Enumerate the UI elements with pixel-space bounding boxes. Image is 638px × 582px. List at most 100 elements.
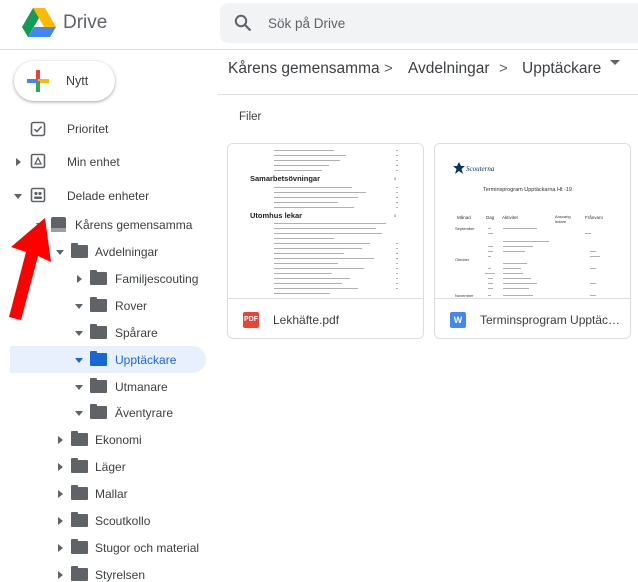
tree-item-label: Avdelningar [95, 245, 159, 259]
breadcrumb-item-current[interactable]: Upptäckare [522, 60, 601, 78]
expand-arrow-icon[interactable] [77, 275, 82, 283]
expand-arrow-icon[interactable] [58, 436, 63, 444]
sidebar-item-priority[interactable]: Prioritet [0, 116, 210, 142]
file-thumbnail: Scouterna Terminsprogram Upptäckarna Ht … [435, 144, 630, 299]
tree-item-lager[interactable]: Läger [0, 454, 210, 480]
tree-item-label: Spårare [115, 326, 158, 340]
expand-arrow-icon[interactable] [58, 463, 63, 471]
preview-col-absence: Frånvaro [585, 215, 604, 220]
tree-item-label: Stugor och material [95, 541, 200, 555]
folder-icon [71, 539, 88, 554]
file-thumbnail: Samarbetsövningar 5 Utomhus lekar 6 [228, 144, 423, 299]
tree-item-scoutkollo[interactable]: Scoutkollo [0, 508, 210, 534]
preview-title: Terminsprogram Upptäckarna Ht -19 [483, 187, 572, 193]
expand-arrow-icon[interactable] [58, 544, 63, 552]
file-name[interactable]: Lekhäfte.pdf [273, 313, 419, 327]
preview-month: September [455, 226, 475, 231]
preview-page-number: 5 [394, 176, 397, 181]
tree-item-label: Kårens gemensamma [75, 218, 193, 232]
tree-item-label: Äventyrare [115, 406, 174, 420]
tree-item-ekonomi[interactable]: Ekonomi [0, 427, 210, 453]
folder-icon [71, 566, 88, 581]
folder-icon [90, 324, 107, 339]
my-drive-icon [30, 153, 46, 169]
sidebar-item-label: Delade enheter [67, 189, 150, 203]
folder-icon [71, 485, 88, 500]
collapse-arrow-icon[interactable] [75, 358, 83, 363]
tree-item-label: Läger [95, 460, 126, 474]
preview-col-month: Månad [457, 215, 471, 220]
file-card-footer: W Terminsprogram Upptäckare HT-19 [435, 300, 630, 338]
tree-item-label: Upptäckare [115, 353, 177, 367]
preview-col-day: Dag [486, 215, 495, 220]
folder-icon [90, 378, 107, 393]
preview-heading: Utomhus lekar [250, 211, 303, 220]
drive-logo-icon[interactable] [22, 8, 56, 38]
preview-page-number: 6 [394, 213, 397, 218]
app-name[interactable]: Drive [63, 12, 107, 34]
header-divider [0, 49, 638, 50]
collapse-arrow-icon[interactable] [14, 194, 22, 199]
file-name[interactable]: Terminsprogram Upptäckare HT-19 [480, 313, 626, 327]
plus-icon [27, 70, 49, 92]
breadcrumb-separator: > [499, 60, 508, 77]
preview-month: November [455, 293, 474, 298]
collapse-arrow-icon[interactable] [75, 331, 83, 336]
tree-item-label: Ekonomi [95, 433, 142, 447]
tree-item-styrelsen[interactable]: Styrelsen [0, 562, 210, 582]
tree-item-sparare[interactable]: Spårare [0, 320, 210, 346]
collapse-arrow-icon[interactable] [75, 304, 83, 309]
expand-arrow-icon[interactable] [58, 490, 63, 498]
tree-item-label: Mallar [95, 487, 128, 501]
expand-arrow-icon[interactable] [58, 517, 63, 525]
search-input[interactable]: Sök på Drive [268, 16, 345, 31]
expand-arrow-icon[interactable] [58, 571, 63, 579]
preview-month: Oktober [455, 257, 470, 262]
collapse-arrow-icon[interactable] [75, 385, 83, 390]
shared-drives-icon [30, 187, 46, 203]
priority-icon [30, 121, 46, 137]
preview-col-activity: Aktivitet [502, 215, 518, 220]
preview-col-leader: Ansvarig ledare [555, 214, 571, 224]
tree-item-label: Familjescouting [115, 272, 199, 286]
tree-item-utmanare[interactable]: Utmanare [0, 374, 210, 400]
sidebar-item-my-drive[interactable]: Min enhet [0, 149, 210, 175]
sidebar-item-label: Prioritet [67, 122, 109, 136]
tree-item-label: Scoutkollo [95, 514, 151, 528]
breadcrumb-separator: > [384, 60, 393, 77]
scout-logo-icon [453, 162, 465, 174]
files-section-title: Filer [239, 111, 262, 123]
tree-item-upptackare[interactable]: Upptäckare [0, 347, 210, 373]
file-card-terminsprogram[interactable]: Scouterna Terminsprogram Upptäckarna Ht … [434, 143, 631, 339]
sidebar-item-label: Min enhet [67, 155, 120, 169]
folder-icon [71, 512, 88, 527]
new-button-label: Nytt [66, 74, 89, 88]
tree-item-label: Utmanare [115, 380, 168, 394]
pdf-icon: PDF [243, 312, 259, 328]
expand-arrow-icon[interactable] [16, 158, 21, 166]
breadcrumb-item-avdelningar[interactable]: Avdelningar [408, 60, 490, 78]
folder-icon [90, 270, 107, 285]
tree-item-stugor-och-material[interactable]: Stugor och material [0, 535, 210, 561]
tree-item-label: Rover [115, 299, 148, 313]
folder-icon [71, 458, 88, 473]
search-icon[interactable] [234, 14, 252, 32]
folder-icon [90, 297, 107, 312]
tree-item-label: Styrelsen [95, 568, 146, 582]
preview-heading: Samarbetsövningar [250, 174, 321, 183]
new-button[interactable]: Nytt [14, 61, 115, 101]
chevron-down-icon[interactable] [610, 60, 620, 65]
word-doc-icon: W [450, 312, 466, 328]
tree-item-mallar[interactable]: Mallar [0, 481, 210, 507]
collapse-arrow-icon[interactable] [75, 411, 83, 416]
breadcrumb-item-root[interactable]: Kårens gemensamma [228, 60, 380, 78]
folder-icon [71, 243, 88, 258]
collapse-arrow-icon[interactable] [56, 250, 64, 255]
search-bar[interactable]: Sök på Drive [220, 3, 638, 43]
sidebar-item-shared-drives[interactable]: Delade enheter [0, 183, 210, 209]
file-card-lekhafte[interactable]: Samarbetsövningar 5 Utomhus lekar 6 PDF … [227, 143, 424, 339]
tree-item-aventyrare[interactable]: Äventyrare [0, 400, 210, 426]
folder-icon [90, 351, 107, 366]
folder-icon [90, 404, 107, 419]
shared-drive-icon [51, 217, 66, 232]
